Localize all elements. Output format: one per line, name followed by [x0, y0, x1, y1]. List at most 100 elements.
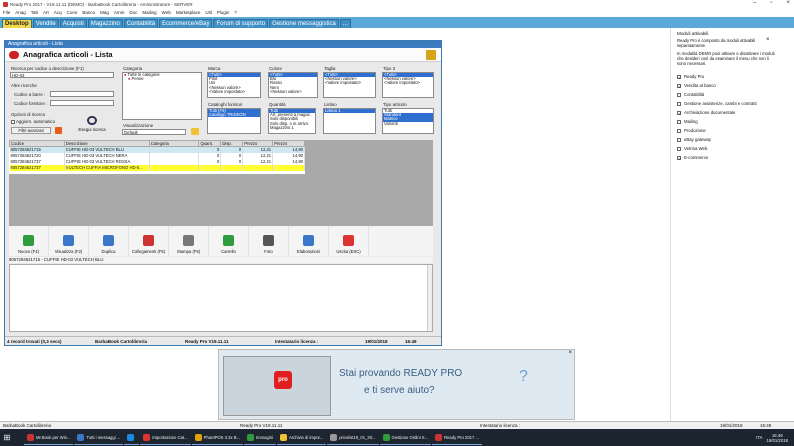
menu-item[interactable]: Plugin	[217, 10, 230, 15]
menu-item[interactable]: Mailing	[142, 10, 156, 15]
cataloghi-option[interactable]: Catalogo TRIDEON	[208, 112, 260, 118]
close-icon[interactable]: ×	[568, 350, 572, 356]
menu-item[interactable]: Doc	[129, 10, 137, 15]
visualizzazione-select[interactable]: Default	[122, 129, 186, 135]
tab-item[interactable]: Ecommerce/eBay	[159, 19, 213, 28]
listino-list[interactable]: Listino 1	[323, 108, 376, 134]
taglia-list[interactable]: <Tutti> <Nessun valore> <Valore impostato>	[323, 72, 376, 98]
scrollbar[interactable]	[427, 265, 432, 331]
taskbar-item[interactable]	[124, 431, 140, 445]
module-checkbox[interactable]: Vetrina Web	[677, 144, 788, 153]
window-statusbar: 4 record trovati (0,3 secs) BarbaBook Ca…	[5, 336, 441, 345]
menu-item[interactable]: ?	[234, 10, 237, 15]
quantita-option[interactable]: Magazzino 1	[269, 125, 315, 130]
module-checkbox[interactable]: ✓ Ready Pro	[677, 72, 788, 81]
module-checkbox[interactable]: ✓ Archiviazione documentale	[677, 108, 788, 117]
bottom-version: Ready Pro V19.11.11	[240, 423, 283, 428]
supplier-code-input[interactable]	[50, 100, 114, 106]
articles-table[interactable]: Codice Descrizione Categoria Quant. Disp. Pre…	[9, 140, 305, 174]
taskbar-item[interactable]: Tutti i messaggi ...	[74, 431, 124, 445]
toolbar-button[interactable]: Nuovo (F4)	[9, 226, 49, 256]
taskbar-item[interactable]: pricelist19_01_20...	[327, 431, 379, 445]
menu-item[interactable]: File	[3, 10, 10, 15]
menu-item[interactable]: Web	[162, 10, 171, 15]
clock[interactable]: 16:49 19/01/2018	[766, 433, 788, 443]
module-checkbox[interactable]: ✓ Vendita al banco	[677, 81, 788, 90]
checkbox-icon	[677, 146, 681, 151]
toolbar-button[interactable]: Foto	[249, 226, 289, 256]
module-checkbox[interactable]: Produzione	[677, 126, 788, 135]
tipoart-list[interactable]: Tutti Standard Matrice Varianti	[382, 108, 434, 134]
filter-icon[interactable]	[55, 127, 62, 134]
menu-item[interactable]: Util	[205, 10, 212, 15]
app-icon	[143, 433, 151, 441]
tab-item[interactable]: Contabilità	[123, 19, 159, 28]
quantita-list[interactable]: Tutti Art. presenti a magaz. Solo disponib…	[268, 108, 316, 134]
toolbar-button[interactable]: Stampa (F9)	[169, 226, 209, 256]
demo-banner[interactable]: pro Stai provando READY PRO e ti serve a…	[218, 349, 575, 420]
barcode-input[interactable]	[50, 91, 114, 97]
tipo3-option[interactable]: <Valore impostato>	[383, 81, 433, 85]
table-row[interactable]: 8057284621737 VULTECH CUFFIA MICROFONO HD…	[9, 164, 305, 171]
menu-item[interactable]: Conn	[67, 10, 78, 15]
module-checkbox[interactable]: Gestione assistenze, cambi e contratti	[677, 99, 788, 108]
taskbar-item[interactable]: PhantPOS 3.3x B...	[191, 431, 243, 445]
tab-item[interactable]: ...	[339, 19, 351, 28]
language-indicator[interactable]: ITA	[756, 435, 762, 440]
tab-item[interactable]: Gestione messaggistica	[269, 19, 339, 28]
marca-list[interactable]: <Tutti> Pilot Uni <Nessun valore> <Valore im…	[207, 72, 261, 98]
cataloghi-list[interactable]: Tutti (F9) Catalogo TRIDEON	[207, 108, 261, 134]
tab-item[interactable]: Magazzino	[87, 19, 123, 28]
layout-icon[interactable]	[191, 128, 199, 135]
taskbar-item[interactable]: Mr.Book per Win...	[24, 431, 74, 445]
marca-option[interactable]: <Valore impostato>	[208, 89, 260, 94]
search-input[interactable]: HD-03	[10, 72, 114, 78]
categoria-tree[interactable]: ● Tutte le categorie ● Penne	[122, 72, 202, 120]
close-icon[interactable]: ×	[766, 37, 770, 43]
maximize-icon[interactable]: ▫	[770, 0, 772, 6]
taglia-option[interactable]: <Valore impostato>	[324, 81, 375, 85]
toolbar-button[interactable]: Duplica	[89, 226, 129, 256]
menu-item[interactable]: Banco	[82, 10, 95, 15]
tab-item[interactable]: Acquisti	[59, 19, 87, 28]
tab-item[interactable]: Desktop	[2, 19, 32, 28]
menu-item[interactable]: Amm	[114, 10, 125, 15]
close-icon[interactable]: ×	[786, 0, 790, 6]
module-checkbox[interactable]: Mailing	[677, 117, 788, 126]
menu-item[interactable]: Art	[43, 10, 49, 15]
module-checkbox[interactable]: Contabilità	[677, 90, 788, 99]
menu-item[interactable]: Tab	[31, 10, 38, 15]
tab-item[interactable]: Vendite	[32, 19, 59, 28]
notes-area[interactable]	[9, 264, 433, 332]
advanced-filters-button[interactable]: Filtri avanzati	[11, 127, 51, 134]
taskbar-item[interactable]: Gestione Ordini S...	[379, 431, 432, 445]
taskbar-item[interactable]: Importazione Cat...	[140, 431, 191, 445]
windows-start-icon[interactable]: ⊞	[0, 431, 14, 445]
toolbar-button[interactable]: Visualizza (F2)	[49, 226, 89, 256]
toolbar-button[interactable]: Elaborazioni	[289, 226, 329, 256]
minimize-icon[interactable]: –	[753, 0, 756, 6]
toolbar-button[interactable]: Collegamenti (F5)	[129, 226, 169, 256]
bottom-company: BarbaBook Cartolibreria	[3, 423, 52, 428]
menu-item[interactable]: Acq	[54, 10, 62, 15]
taskbar-item[interactable]: Ready Pro 2017 ...	[432, 431, 482, 445]
visualizzazione-label: Visualizzazione	[123, 123, 154, 128]
menu-item[interactable]: Marketplace	[176, 10, 201, 15]
table-cell	[220, 164, 244, 171]
menu-item[interactable]: Mag	[100, 10, 109, 15]
listino-option[interactable]: Listino 1	[324, 109, 375, 114]
auto-update-checkbox[interactable]: Aggiorn. automatico	[11, 119, 55, 124]
colore-option[interactable]: <Nessun valore>	[269, 89, 317, 94]
toolbar-button[interactable]: Carrello	[209, 226, 249, 256]
module-checkbox[interactable]: ✓ E-commerce	[677, 153, 788, 162]
tab-item[interactable]: Forum di supporto	[213, 19, 269, 28]
toolbar-button[interactable]: Uscita (ESC)	[329, 226, 369, 256]
tipo3-list[interactable]: <Tutti> <Nessun valore> <Valore impostato>	[382, 72, 434, 98]
taskbar-item[interactable]: Archivio di impor...	[276, 431, 327, 445]
tipoart-option[interactable]: Varianti	[383, 121, 433, 126]
module-checkbox[interactable]: eBay gateway	[677, 135, 788, 144]
taskbar-item[interactable]: Immagini	[243, 431, 276, 445]
execute-search-button[interactable]: Esegui ricerca	[78, 116, 106, 136]
menu-item[interactable]: Anag	[15, 10, 26, 15]
colore-list[interactable]: <Tutti> Blu Rosso Nero <Nessun valore>	[268, 72, 318, 98]
